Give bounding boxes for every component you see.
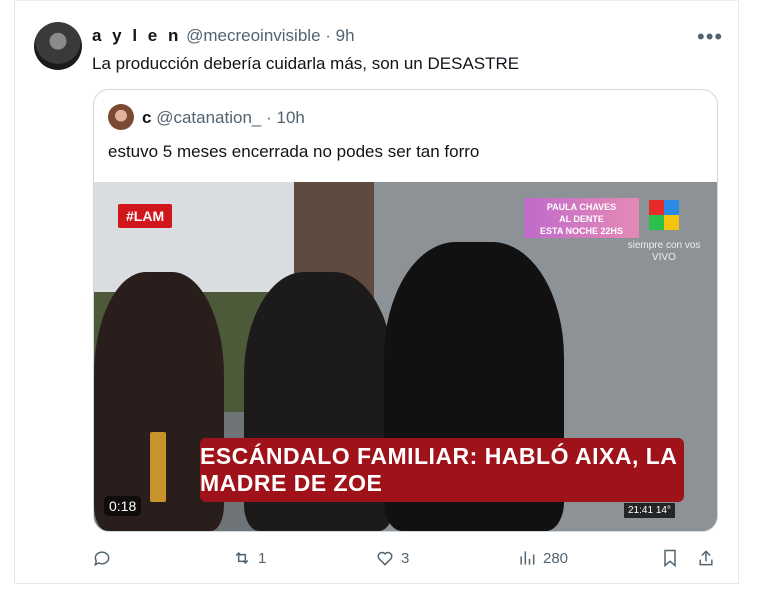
separator: · xyxy=(325,26,331,45)
live-label: VIVO xyxy=(652,252,676,263)
microphone-icon xyxy=(150,432,166,502)
share-icon xyxy=(699,550,713,566)
promo-line: PAULA CHAVES xyxy=(546,202,617,212)
tagline-text: siempre con vos xyxy=(627,240,701,251)
heart-icon xyxy=(377,551,393,566)
separator: · xyxy=(266,108,272,127)
handle[interactable]: @mecreoinvisible xyxy=(186,26,320,45)
avatar[interactable] xyxy=(34,22,82,70)
channel-logo-icon xyxy=(649,200,679,230)
quoted-handle[interactable]: @catanation_ xyxy=(156,108,261,127)
quoted-display-name[interactable]: c xyxy=(142,108,151,127)
views-count: 280 xyxy=(543,549,569,567)
headline-text: ESCÁNDALO FAMILIAR: HABLÓ AIXA, LA MADRE… xyxy=(200,443,677,496)
views-icon xyxy=(520,551,535,565)
retweet-count: 1 xyxy=(258,549,267,567)
display-name[interactable]: a y l e n xyxy=(92,26,181,45)
more-icon[interactable]: ••• xyxy=(697,24,723,50)
share-button[interactable] xyxy=(696,548,716,568)
channel-tagline: siempre con vos VIVO xyxy=(626,240,702,264)
tweet-header: a y l e n @mecreoinvisible · 9h xyxy=(92,26,355,46)
clock-temp: 14° xyxy=(655,505,671,516)
quoted-header: c @catanation_ · 10h xyxy=(142,108,305,128)
video-sky xyxy=(94,182,294,292)
quoted-timestamp[interactable]: 10h xyxy=(277,108,305,127)
lam-tag: #LAM xyxy=(118,204,173,228)
timestamp[interactable]: 9h xyxy=(336,26,355,45)
like-button[interactable]: 3 xyxy=(375,548,409,568)
bookmark-icon xyxy=(664,549,676,568)
like-count: 3 xyxy=(401,549,410,567)
video-duration: 0:18 xyxy=(104,496,142,516)
reply-button[interactable] xyxy=(92,548,118,568)
retweet-icon xyxy=(235,551,249,565)
clock-time: 21:41 xyxy=(628,505,654,516)
promo-line: ESTA NOCHE 22HS xyxy=(539,226,624,236)
tv-clock: 21:41 14° xyxy=(624,503,675,518)
quoted-tweet[interactable]: c @catanation_ · 10h estuvo 5 meses ence… xyxy=(93,89,718,532)
action-bar: 1 3 280 xyxy=(92,548,722,574)
retweet-button[interactable]: 1 xyxy=(232,548,266,568)
reply-icon xyxy=(94,551,110,567)
views-button[interactable]: 280 xyxy=(517,548,568,568)
headline-banner: ESCÁNDALO FAMILIAR: HABLÓ AIXA, LA MADRE… xyxy=(200,438,684,502)
bookmark-button[interactable] xyxy=(660,548,680,568)
video-player[interactable]: #LAM PAULA CHAVES AL DENTE ESTA NOCHE 22… xyxy=(94,182,717,531)
quoted-avatar[interactable] xyxy=(108,104,134,130)
promo-banner: PAULA CHAVES AL DENTE ESTA NOCHE 22HS xyxy=(524,198,639,238)
tweet-text: La producción debería cuidarla más, son … xyxy=(92,54,520,73)
quoted-text: estuvo 5 meses encerrada no podes ser ta… xyxy=(108,142,480,161)
promo-line: AL DENTE xyxy=(559,214,604,224)
